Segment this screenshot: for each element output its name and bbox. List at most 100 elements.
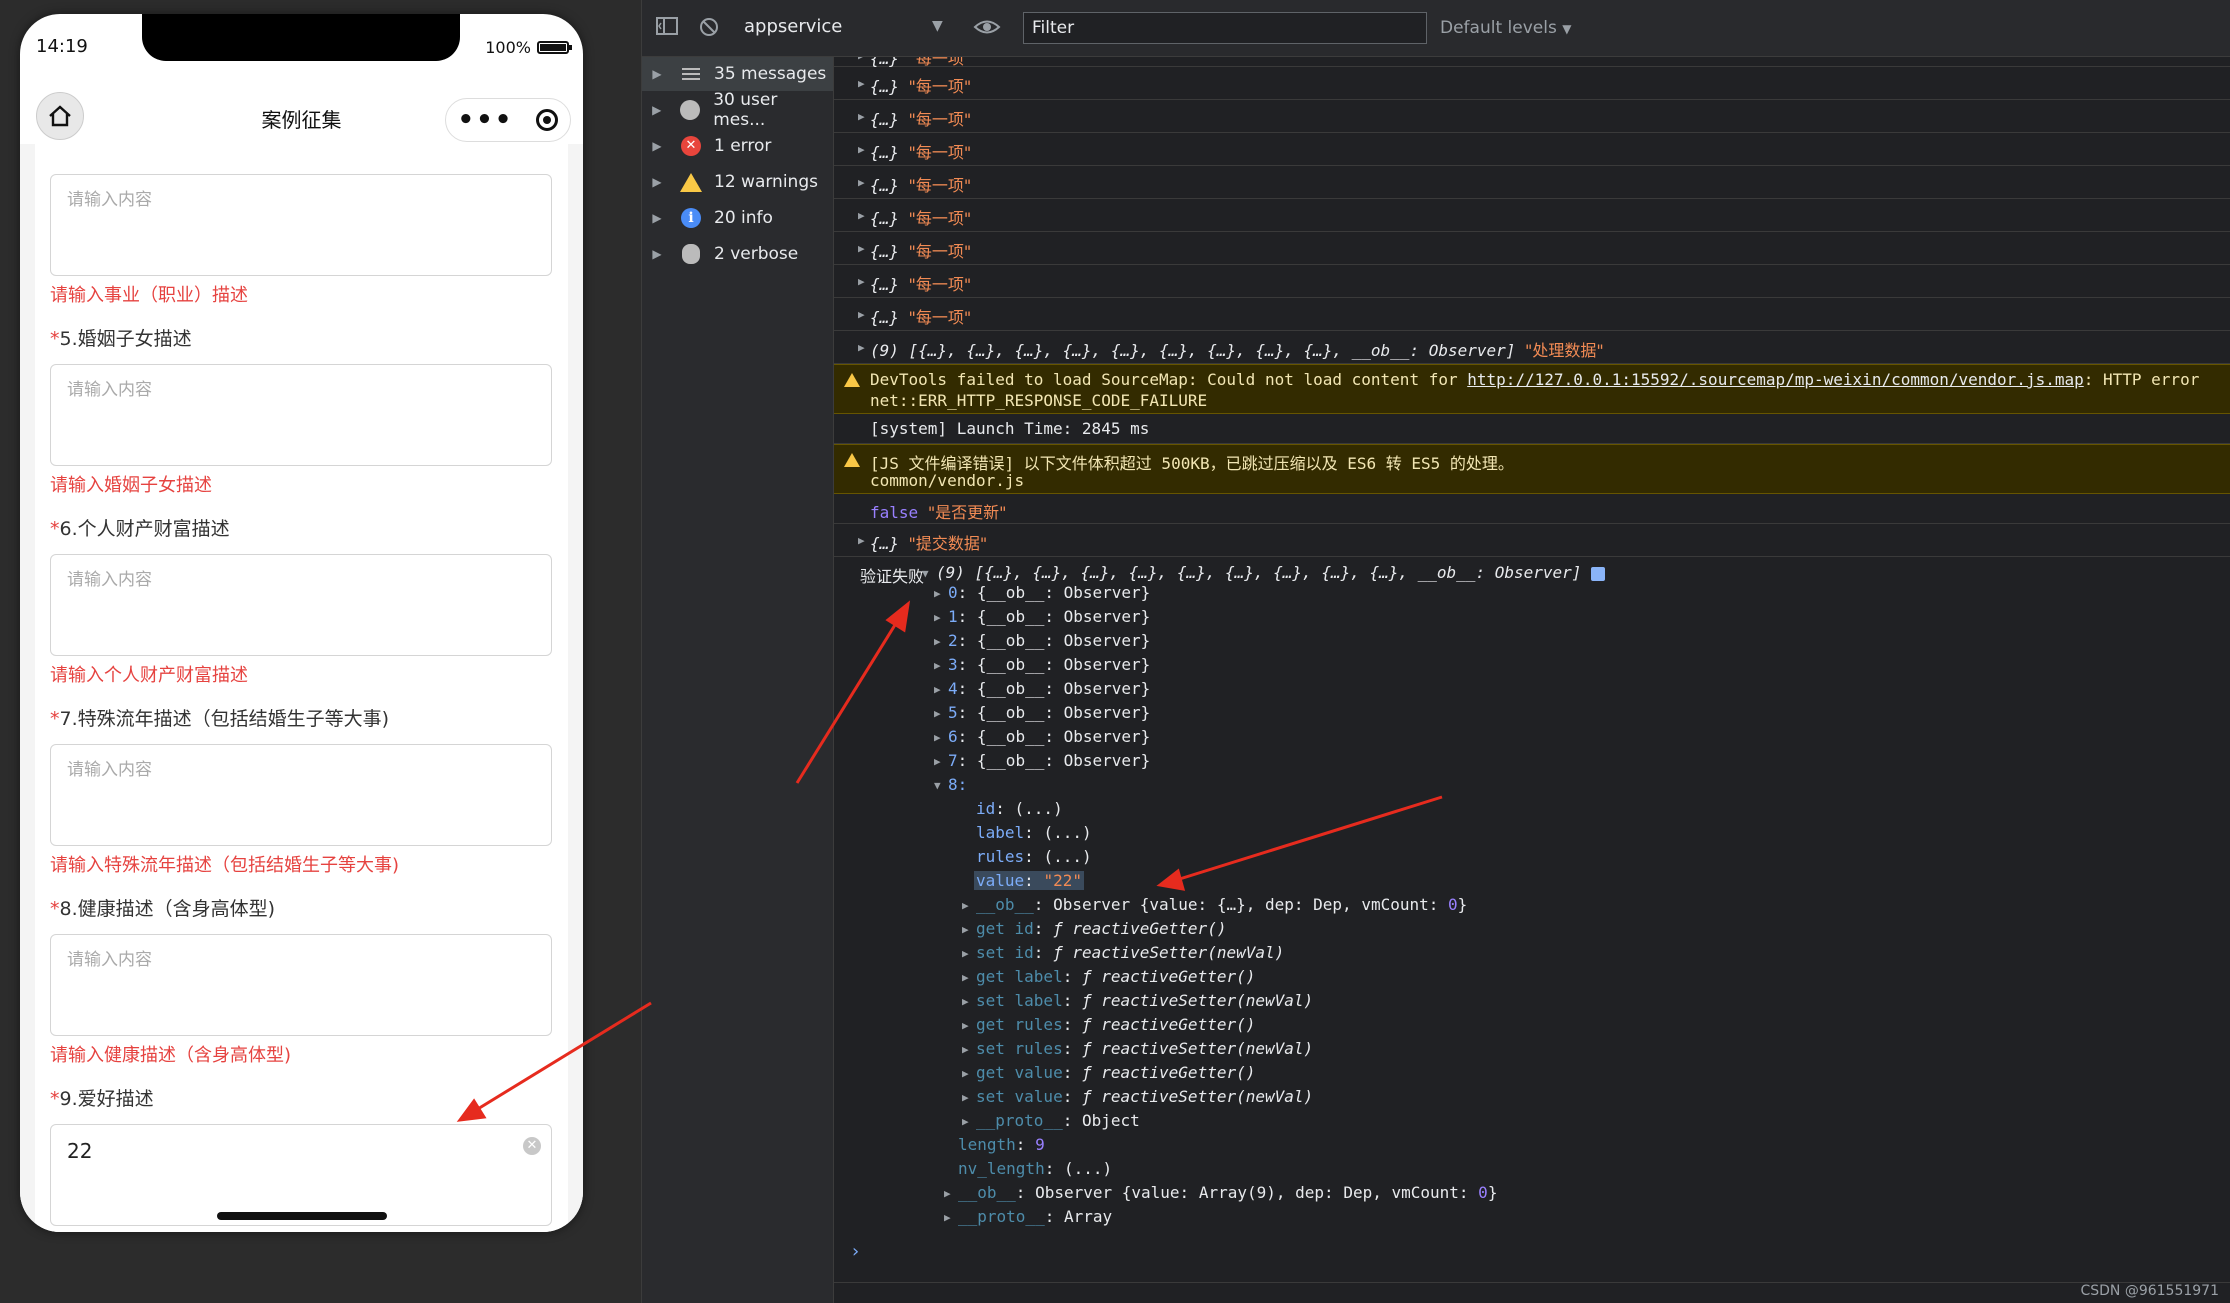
expand-icon[interactable]: ▶: [962, 995, 969, 1008]
expand-icon: ▶: [858, 110, 865, 123]
sidebar-item-info[interactable]: ▶ i 20 info: [642, 201, 833, 235]
watermark: CSDN @961551971: [2080, 1283, 2219, 1299]
log-row[interactable]: ▶{…} "每一项": [834, 67, 2230, 100]
log-row-array[interactable]: ▶ (9) [{…}, {…}, {…}, {…}, {…}, {…}, {…},…: [834, 331, 2230, 364]
chevron-down-icon[interactable]: ▼: [932, 18, 943, 34]
expand-icon[interactable]: ▶: [944, 1211, 951, 1224]
sidebar-item-messages[interactable]: ▶ 35 messages: [642, 57, 833, 91]
log-object: {…}: [870, 209, 899, 228]
hobby-textarea[interactable]: 22 ✕: [50, 1124, 552, 1226]
warning-row[interactable]: DevTools failed to load SourceMap: Could…: [834, 364, 2230, 414]
expand-icon[interactable]: ▶: [962, 1115, 969, 1128]
more-icon[interactable]: •••: [458, 107, 514, 133]
sidebar-toggle-icon[interactable]: [656, 16, 678, 38]
prop-value: ƒ reactiveGetter(): [1053, 919, 1227, 938]
expand-icon[interactable]: ▶: [934, 635, 941, 648]
textarea-placeholder: 请输入内容: [67, 760, 152, 780]
sidebar-item-verbose[interactable]: ▶ 2 verbose: [642, 237, 833, 271]
expand-icon[interactable]: ▶: [934, 707, 941, 720]
clear-icon[interactable]: ✕: [523, 1137, 541, 1155]
prop-value: ƒ reactiveGetter(): [1081, 967, 1256, 986]
expand-icon[interactable]: ▶: [962, 899, 969, 912]
expand-icon[interactable]: ▶: [962, 1091, 969, 1104]
career-textarea[interactable]: 请输入内容: [50, 174, 552, 276]
log-row[interactable]: ▶{…} "每一项": [834, 199, 2230, 232]
log-row[interactable]: ▶{…} "每一项": [834, 166, 2230, 199]
log-label: 验证失败: [860, 567, 925, 586]
expand-icon: ▶: [858, 176, 865, 189]
prop-value: : Observer {value: Array(9), dep: Dep, v…: [1015, 1183, 1479, 1202]
prop-value: : Object: [1062, 1111, 1140, 1130]
expand-icon: ▶: [652, 139, 662, 153]
sidebar-item-user-messages[interactable]: ▶ 30 user mes...: [642, 90, 833, 130]
required-mark: *: [50, 518, 60, 540]
expand-icon: ▶: [652, 67, 662, 81]
expand-icon[interactable]: ▶: [944, 1187, 951, 1200]
log-string: "每一项": [908, 77, 972, 96]
log-object: {…}: [870, 143, 899, 162]
expand-icon[interactable]: ▶: [962, 923, 969, 936]
sidebar-item-warnings[interactable]: ▶ 12 warnings: [642, 165, 833, 199]
log-row[interactable]: ▶{…} "每一项": [834, 100, 2230, 133]
marriage-error: 请输入婚姻子女描述: [50, 475, 212, 496]
sidebar-item-label: 1 error: [714, 136, 772, 156]
wealth-textarea[interactable]: 请输入内容: [50, 554, 552, 656]
clear-console-icon[interactable]: [698, 16, 720, 38]
console-toolbar: appservice ▼ Default levels ▼: [642, 0, 2230, 57]
log-row-validation-failed[interactable]: 验证失败 ▼ (9) [{…}, {…}, {…}, {…}, {…}, {…}…: [834, 557, 2230, 1283]
log-row[interactable]: ▶{…} "每一项": [834, 232, 2230, 265]
expand-icon[interactable]: ▶: [934, 755, 941, 768]
expand-icon[interactable]: ▶: [962, 1019, 969, 1032]
expand-icon[interactable]: ▶: [934, 731, 941, 744]
status-battery: 100%: [485, 38, 572, 57]
textarea-placeholder: 请输入内容: [67, 380, 152, 400]
hobby-label: *9.爱好描述: [50, 1084, 154, 1111]
value-prop-highlighted[interactable]: value: "22": [974, 871, 1084, 890]
expand-icon[interactable]: ▶: [934, 587, 941, 600]
bug-icon: [682, 244, 700, 264]
health-label: *8.健康描述（含身高体型): [50, 894, 275, 921]
log-string: "是否更新": [927, 503, 1007, 522]
textarea-placeholder: 请输入内容: [67, 570, 152, 590]
eye-icon[interactable]: [972, 16, 1002, 38]
prop-number: 0: [1448, 895, 1458, 914]
special-year-textarea[interactable]: 请输入内容: [50, 744, 552, 846]
expand-icon[interactable]: ▶: [962, 1067, 969, 1080]
context-selector[interactable]: appservice: [744, 16, 842, 37]
filter-input[interactable]: [1023, 12, 1427, 44]
required-mark: *: [50, 328, 60, 350]
log-row[interactable]: ▶{…} "每一项": [834, 265, 2230, 298]
console-prompt[interactable]: ›: [850, 1241, 861, 1262]
expand-icon[interactable]: ▶: [962, 971, 969, 984]
form-edge-left: [20, 144, 35, 1232]
log-row[interactable]: ▶{…} "每一项": [834, 57, 2230, 68]
log-string: "每一项": [908, 176, 972, 195]
log-row[interactable]: ▶{…} "每一项": [834, 298, 2230, 331]
log-row[interactable]: ▶ {…} "提交数据": [834, 524, 2230, 557]
warning-row[interactable]: [JS 文件编译错误] 以下文件体积超过 500KB，已跳过压缩以及 ES6 转…: [834, 444, 2230, 494]
notch: [142, 14, 460, 61]
array-entry: {__ob__: Observer}: [976, 583, 1151, 602]
collapse-icon[interactable]: ▼: [934, 779, 941, 792]
marriage-textarea[interactable]: 请输入内容: [50, 364, 552, 466]
warning-text: DevTools failed to load SourceMap: Could…: [870, 370, 1468, 389]
close-miniprogram-icon[interactable]: [536, 109, 559, 131]
log-string: "每一项": [908, 110, 972, 129]
log-row[interactable]: ▶{…} "每一项": [834, 133, 2230, 166]
sourcemap-link[interactable]: http://127.0.0.1:15592/.sourcemap/mp-wei…: [1467, 370, 2084, 389]
expand-icon[interactable]: ▶: [962, 947, 969, 960]
log-levels-dropdown[interactable]: Default levels ▼: [1440, 18, 1571, 38]
health-textarea[interactable]: 请输入内容: [50, 934, 552, 1036]
log-levels-label: Default levels: [1440, 18, 1557, 38]
sidebar-item-errors[interactable]: ▶ ✕ 1 error: [642, 129, 833, 163]
expand-icon: ▶: [652, 103, 662, 117]
expand-icon[interactable]: ▶: [934, 659, 941, 672]
special-year-label: *7.特殊流年描述（包括结婚生子等大事): [50, 704, 389, 731]
expand-icon[interactable]: ▶: [934, 611, 941, 624]
expand-icon[interactable]: ▶: [962, 1043, 969, 1056]
chevron-down-icon: ▼: [1562, 22, 1572, 36]
expand-icon[interactable]: ▶: [934, 683, 941, 696]
special-year-error: 请输入特殊流年描述（包括结婚生子等大事): [50, 855, 400, 876]
expand-icon: ▶: [858, 57, 865, 62]
collapse-icon[interactable]: ▼: [922, 567, 929, 580]
